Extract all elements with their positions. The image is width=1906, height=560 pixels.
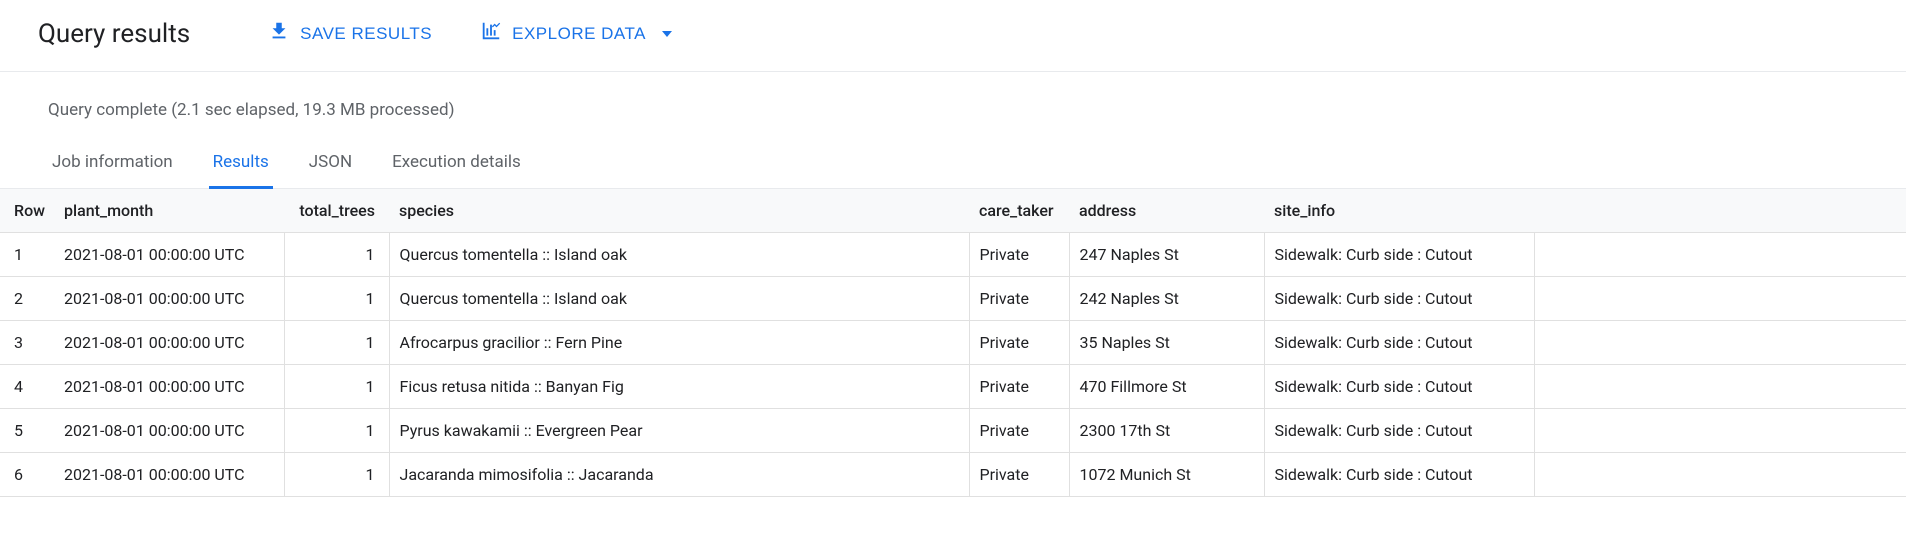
cell-address: 35 Naples St bbox=[1069, 321, 1264, 365]
cell-address: 242 Naples St bbox=[1069, 277, 1264, 321]
cell-species: Pyrus kawakamii :: Evergreen Pear bbox=[389, 409, 969, 453]
cell-total-trees: 1 bbox=[284, 409, 389, 453]
tab-execution-details[interactable]: Execution details bbox=[388, 144, 525, 189]
cell-address: 1072 Munich St bbox=[1069, 453, 1264, 497]
cell-care-taker: Private bbox=[969, 277, 1069, 321]
column-header-total-trees[interactable]: total_trees bbox=[284, 189, 389, 233]
cell-species: Jacaranda mimosifolia :: Jacaranda bbox=[389, 453, 969, 497]
cell-care-taker: Private bbox=[969, 321, 1069, 365]
cell-site-info: Sidewalk: Curb side : Cutout bbox=[1264, 321, 1534, 365]
cell-total-trees: 1 bbox=[284, 277, 389, 321]
table-row[interactable]: 42021-08-01 00:00:00 UTC1Ficus retusa ni… bbox=[0, 365, 1906, 409]
table-header-row: Row plant_month total_trees species care… bbox=[0, 189, 1906, 233]
chart-icon bbox=[480, 20, 502, 47]
cell-plant-month: 2021-08-01 00:00:00 UTC bbox=[54, 233, 284, 277]
results-table: Row plant_month total_trees species care… bbox=[0, 189, 1906, 497]
cell-species: Afrocarpus gracilior :: Fern Pine bbox=[389, 321, 969, 365]
table-row[interactable]: 62021-08-01 00:00:00 UTC1Jacaranda mimos… bbox=[0, 453, 1906, 497]
cell-care-taker: Private bbox=[969, 233, 1069, 277]
cell-total-trees: 1 bbox=[284, 321, 389, 365]
cell-extra bbox=[1534, 453, 1906, 497]
cell-row: 5 bbox=[0, 409, 54, 453]
cell-row: 1 bbox=[0, 233, 54, 277]
tab-job-information[interactable]: Job information bbox=[48, 144, 177, 189]
cell-plant-month: 2021-08-01 00:00:00 UTC bbox=[54, 453, 284, 497]
column-header-site-info[interactable]: site_info bbox=[1264, 189, 1534, 233]
cell-species: Quercus tomentella :: Island oak bbox=[389, 277, 969, 321]
tab-results[interactable]: Results bbox=[209, 144, 273, 189]
download-icon bbox=[268, 20, 290, 47]
column-header-care-taker[interactable]: care_taker bbox=[969, 189, 1069, 233]
cell-plant-month: 2021-08-01 00:00:00 UTC bbox=[54, 365, 284, 409]
page-title: Query results bbox=[38, 19, 190, 49]
tabs: Job information Results JSON Execution d… bbox=[0, 130, 1906, 189]
chevron-down-icon bbox=[662, 31, 672, 37]
cell-extra bbox=[1534, 233, 1906, 277]
cell-total-trees: 1 bbox=[284, 453, 389, 497]
cell-care-taker: Private bbox=[969, 365, 1069, 409]
column-header-plant-month[interactable]: plant_month bbox=[54, 189, 284, 233]
toolbar: Query results SAVE RESULTS EXPLORE DATA bbox=[0, 0, 1906, 71]
table-row[interactable]: 32021-08-01 00:00:00 UTC1Afrocarpus grac… bbox=[0, 321, 1906, 365]
explore-data-button[interactable]: EXPLORE DATA bbox=[480, 14, 672, 53]
cell-site-info: Sidewalk: Curb side : Cutout bbox=[1264, 233, 1534, 277]
cell-plant-month: 2021-08-01 00:00:00 UTC bbox=[54, 321, 284, 365]
table-row[interactable]: 22021-08-01 00:00:00 UTC1Quercus tomente… bbox=[0, 277, 1906, 321]
cell-extra bbox=[1534, 321, 1906, 365]
cell-site-info: Sidewalk: Curb side : Cutout bbox=[1264, 277, 1534, 321]
column-header-extra bbox=[1534, 189, 1906, 233]
save-results-label: SAVE RESULTS bbox=[300, 24, 432, 44]
cell-extra bbox=[1534, 409, 1906, 453]
table-row[interactable]: 52021-08-01 00:00:00 UTC1Pyrus kawakamii… bbox=[0, 409, 1906, 453]
cell-site-info: Sidewalk: Curb side : Cutout bbox=[1264, 453, 1534, 497]
cell-row: 6 bbox=[0, 453, 54, 497]
cell-address: 470 Fillmore St bbox=[1069, 365, 1264, 409]
column-header-species[interactable]: species bbox=[389, 189, 969, 233]
explore-data-label: EXPLORE DATA bbox=[512, 24, 646, 44]
cell-care-taker: Private bbox=[969, 453, 1069, 497]
cell-species: Ficus retusa nitida :: Banyan Fig bbox=[389, 365, 969, 409]
cell-row: 3 bbox=[0, 321, 54, 365]
cell-species: Quercus tomentella :: Island oak bbox=[389, 233, 969, 277]
column-header-row[interactable]: Row bbox=[0, 189, 54, 233]
cell-extra bbox=[1534, 365, 1906, 409]
cell-row: 2 bbox=[0, 277, 54, 321]
cell-address: 2300 17th St bbox=[1069, 409, 1264, 453]
cell-row: 4 bbox=[0, 365, 54, 409]
cell-extra bbox=[1534, 277, 1906, 321]
cell-plant-month: 2021-08-01 00:00:00 UTC bbox=[54, 277, 284, 321]
cell-total-trees: 1 bbox=[284, 233, 389, 277]
cell-total-trees: 1 bbox=[284, 365, 389, 409]
cell-site-info: Sidewalk: Curb side : Cutout bbox=[1264, 409, 1534, 453]
cell-care-taker: Private bbox=[969, 409, 1069, 453]
cell-site-info: Sidewalk: Curb side : Cutout bbox=[1264, 365, 1534, 409]
tab-json[interactable]: JSON bbox=[305, 144, 356, 189]
query-status: Query complete (2.1 sec elapsed, 19.3 MB… bbox=[0, 72, 1906, 130]
cell-address: 247 Naples St bbox=[1069, 233, 1264, 277]
save-results-button[interactable]: SAVE RESULTS bbox=[268, 14, 432, 53]
cell-plant-month: 2021-08-01 00:00:00 UTC bbox=[54, 409, 284, 453]
table-row[interactable]: 12021-08-01 00:00:00 UTC1Quercus tomente… bbox=[0, 233, 1906, 277]
column-header-address[interactable]: address bbox=[1069, 189, 1264, 233]
